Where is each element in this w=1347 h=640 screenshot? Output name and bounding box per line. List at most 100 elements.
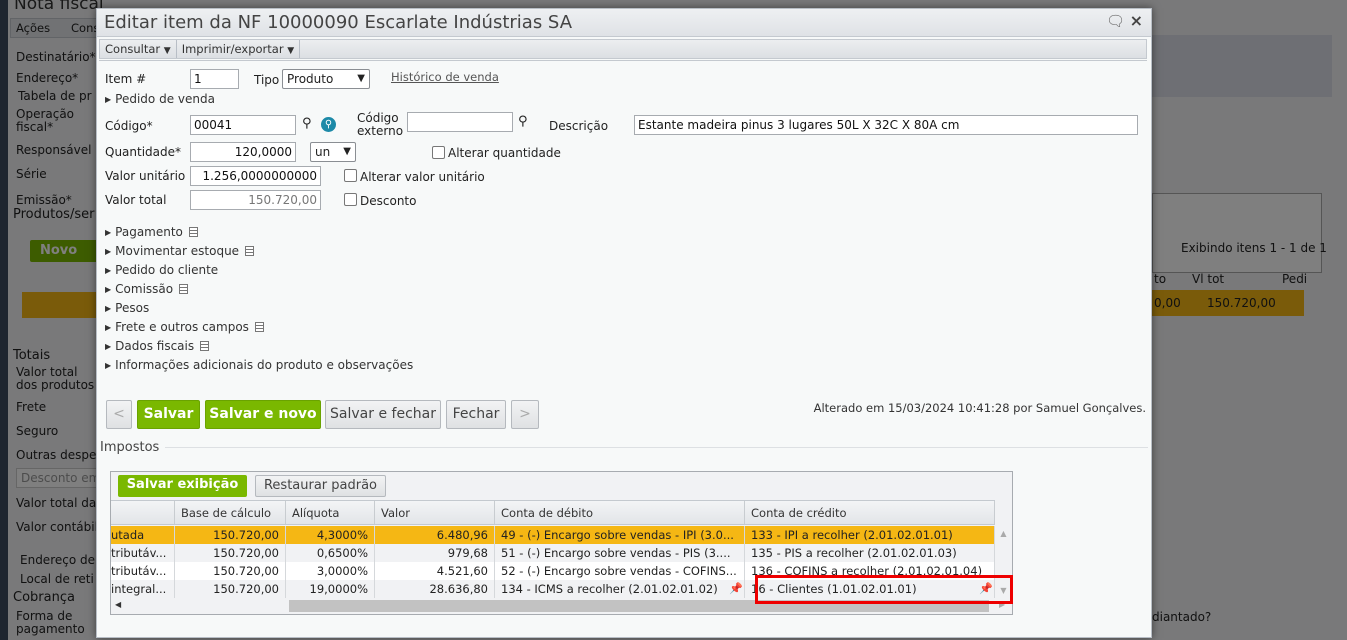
codigo-externo-label: Código externo bbox=[357, 111, 404, 138]
valor-total-input: 150.720,00 bbox=[190, 190, 321, 210]
cell-credito: 133 - IPI a recolher (2.01.02.01.01) bbox=[745, 526, 995, 544]
section-comissao[interactable]: ▶ Comissão bbox=[105, 282, 189, 296]
desconto-checkbox[interactable] bbox=[344, 193, 357, 206]
scroll-left-icon[interactable]: ◀ bbox=[115, 600, 121, 609]
cell-valor: 28.636,80 bbox=[375, 580, 495, 598]
chevron-down-icon: ▼ bbox=[343, 146, 351, 157]
lookup-icon[interactable]: ⚲ bbox=[321, 117, 336, 132]
cell-base: 150.720,00 bbox=[175, 544, 286, 562]
column-header-base[interactable]: Base de cálculo bbox=[175, 501, 286, 524]
column-header-credito[interactable]: Conta de crédito bbox=[745, 501, 995, 524]
section-frete[interactable]: ▶ Frete e outros campos bbox=[105, 320, 264, 334]
close-button[interactable]: Fechar bbox=[446, 400, 506, 429]
expand-icon: ▶ bbox=[105, 323, 112, 332]
cell-debito: 49 - (-) Encargo sobre vendas - IPI (3.0… bbox=[495, 526, 745, 544]
comment-icon[interactable]: 🗨 bbox=[1106, 12, 1125, 30]
expand-icon: ▶ bbox=[105, 361, 112, 370]
alterar-quantidade-checkbox[interactable] bbox=[432, 146, 445, 159]
cell-tax: integral... bbox=[111, 580, 175, 598]
column-header[interactable] bbox=[111, 501, 175, 524]
edit-item-dialog: Editar item da NF 10000090 Escarlate Ind… bbox=[96, 8, 1152, 638]
expand-icon: ▶ bbox=[105, 342, 112, 351]
cell-tax: utada bbox=[111, 526, 175, 544]
restore-default-button[interactable]: Restaurar padrão bbox=[255, 475, 386, 497]
cell-debito: 134 - ICMS a recolher (2.01.02.01.02) bbox=[495, 580, 745, 598]
valor-unitario-label: Valor unitário bbox=[105, 169, 186, 183]
next-button[interactable]: > bbox=[511, 400, 539, 429]
consult-menu[interactable]: Consultar ▼ bbox=[100, 40, 177, 58]
quantidade-input[interactable]: 120,0000 bbox=[190, 142, 296, 162]
alterar-valor-unitario-checkbox[interactable] bbox=[344, 169, 357, 182]
cell-base: 150.720,00 bbox=[175, 526, 286, 544]
chevron-down-icon: ▼ bbox=[357, 73, 365, 84]
save-view-button[interactable]: Salvar exibição bbox=[118, 475, 247, 497]
valor-unitario-input[interactable]: 1.256,0000000000 bbox=[190, 166, 321, 186]
close-icon[interactable]: × bbox=[1130, 11, 1143, 30]
section-pedido-cliente[interactable]: ▶ Pedido do cliente bbox=[105, 263, 218, 277]
section-pesos[interactable]: ▶ Pesos bbox=[105, 301, 149, 315]
save-button[interactable]: Salvar bbox=[137, 400, 200, 429]
section-pedido-venda[interactable]: ▶ Pedido de venda bbox=[105, 92, 215, 106]
expand-icon: ▶ bbox=[105, 247, 112, 256]
column-header-aliquota[interactable]: Alíquota bbox=[286, 501, 375, 524]
codigo-input[interactable]: 00041 bbox=[190, 115, 296, 135]
descricao-label: Descrição bbox=[549, 119, 609, 133]
cell-credito: 135 - PIS a recolher (2.01.02.01.03) bbox=[745, 544, 995, 562]
valor-total-label: Valor total bbox=[105, 193, 167, 207]
search-icon[interactable]: ⚲ bbox=[518, 114, 528, 129]
table-row[interactable]: tributáv... 150.720,00 0,6500% 979,68 51 - (… bbox=[111, 544, 995, 562]
taxes-grid: Salvar exibição Restaurar padrão Base de… bbox=[110, 471, 1013, 615]
item-input[interactable]: 1 bbox=[190, 69, 239, 89]
caret-down-icon: ▼ bbox=[287, 46, 295, 56]
cell-aliquota: 4,3000% bbox=[286, 526, 375, 544]
cell-valor: 6.480,96 bbox=[375, 526, 495, 544]
dialog-toolbar: Consultar ▼ Imprimir/exportar ▼ bbox=[99, 39, 1147, 59]
caret-down-icon: ▼ bbox=[163, 46, 171, 56]
alterar-valor-unitario-label: Alterar valor unitário bbox=[360, 170, 485, 184]
section-movimentar-estoque[interactable]: ▶ Movimentar estoque bbox=[105, 244, 255, 258]
cell-aliquota: 0,6500% bbox=[286, 544, 375, 562]
highlight-box bbox=[755, 575, 1013, 604]
tipo-select[interactable]: Produto ▼ bbox=[282, 69, 370, 89]
cell-aliquota: 19,0000% bbox=[286, 580, 375, 598]
note-icon bbox=[254, 322, 264, 332]
search-icon[interactable]: ⚲ bbox=[302, 116, 312, 131]
expand-icon: ▶ bbox=[105, 304, 112, 313]
section-informacoes-adicionais[interactable]: ▶ Informações adicionais do produto e obs… bbox=[105, 358, 413, 372]
note-icon bbox=[188, 227, 198, 237]
note-icon bbox=[179, 284, 189, 294]
expand-icon: ▶ bbox=[105, 95, 112, 104]
expand-icon: ▶ bbox=[105, 228, 112, 237]
column-header-valor[interactable]: Valor bbox=[375, 501, 495, 524]
previous-button[interactable]: < bbox=[106, 400, 132, 429]
cell-debito: 52 - (-) Encargo sobre vendas - COFINS..… bbox=[495, 562, 745, 580]
tipo-label: Tipo bbox=[254, 73, 280, 87]
cell-debito: 51 - (-) Encargo sobre vendas - PIS (3..… bbox=[495, 544, 745, 562]
unit-select[interactable]: un ▼ bbox=[310, 142, 356, 162]
item-label: Item # bbox=[105, 72, 147, 86]
cell-tax: tributáv... bbox=[111, 562, 175, 580]
print-export-menu[interactable]: Imprimir/exportar ▼ bbox=[177, 40, 301, 58]
column-header-debito[interactable]: Conta de débito bbox=[495, 501, 745, 524]
sales-history-link[interactable]: Histórico de venda bbox=[391, 70, 499, 84]
dialog-title: Editar item da NF 10000090 Escarlate Ind… bbox=[104, 12, 573, 33]
section-pagamento[interactable]: ▶ Pagamento bbox=[105, 225, 198, 239]
pin-icon[interactable]: 📌 bbox=[729, 582, 743, 595]
codigo-label: Código* bbox=[105, 119, 153, 133]
descricao-input[interactable]: Estante madeira pinus 3 lugares 50L X 32… bbox=[634, 115, 1138, 135]
note-icon bbox=[200, 341, 210, 351]
alterar-quantidade-label: Alterar quantidade bbox=[448, 146, 561, 160]
section-dados-fiscais[interactable]: ▶ Dados fiscais bbox=[105, 339, 210, 353]
note-icon bbox=[245, 246, 255, 256]
cell-base: 150.720,00 bbox=[175, 580, 286, 598]
cell-valor: 4.521,60 bbox=[375, 562, 495, 580]
save-new-button[interactable]: Salvar e novo bbox=[205, 400, 321, 429]
cell-base: 150.720,00 bbox=[175, 562, 286, 580]
altered-info: Alterado em 15/03/2024 10:41:28 por Samu… bbox=[813, 401, 1146, 415]
save-close-button[interactable]: Salvar e fechar bbox=[325, 400, 441, 429]
cell-valor: 979,68 bbox=[375, 544, 495, 562]
codigo-externo-input[interactable] bbox=[407, 112, 513, 132]
cell-tax: tributáv... bbox=[111, 544, 175, 562]
grid-header: Base de cálculo Alíquota Valor Conta de … bbox=[111, 500, 995, 525]
table-row[interactable]: utada 150.720,00 4,3000% 6.480,96 49 - (-) E… bbox=[111, 526, 995, 544]
